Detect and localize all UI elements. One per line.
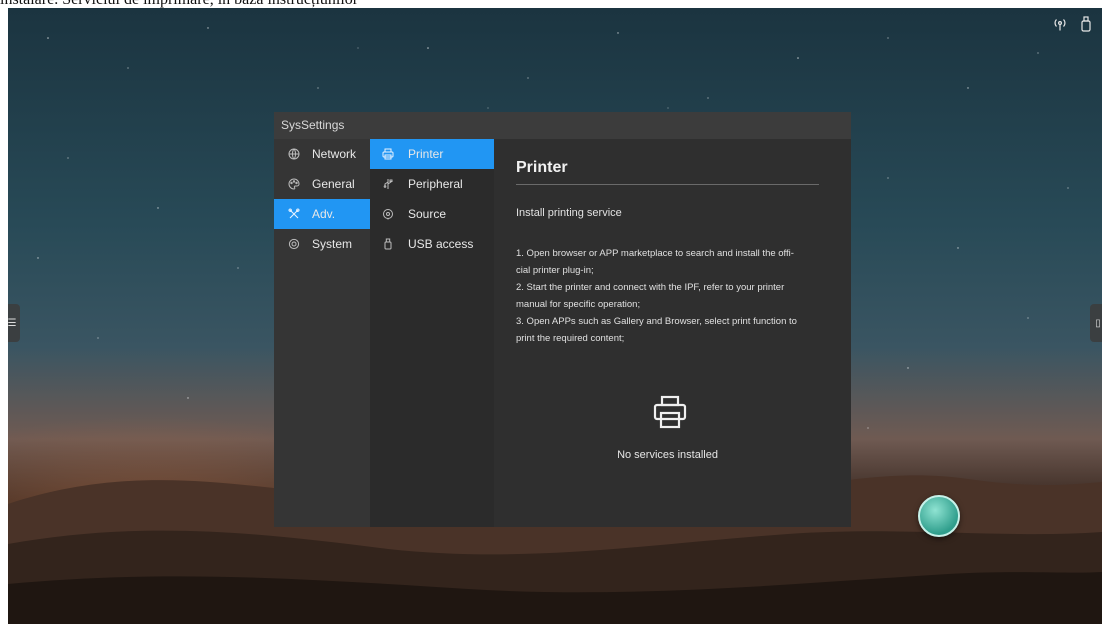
instruction-step: 3. Open APPs such as Gallery and Browser… (516, 316, 797, 344)
nav-item-system[interactable]: System (274, 229, 370, 259)
gear-icon (286, 236, 302, 252)
instruction-step: 1. Open browser or APP marketplace to se… (516, 248, 794, 276)
drawer-icon: ▯ (1095, 317, 1101, 329)
subnav-label: Source (408, 207, 447, 221)
nav-label: Adv. (312, 207, 336, 221)
nav-item-network[interactable]: Network (274, 139, 370, 169)
page-title: Printer (516, 159, 568, 176)
source-icon (380, 206, 396, 222)
tools-icon (286, 206, 302, 222)
subnav-item-source[interactable]: Source (370, 199, 494, 229)
syssettings-window: SysSettings Network General Adv. System … (274, 112, 851, 527)
subnav-label: Peripheral (408, 177, 463, 191)
nav-label: Network (312, 147, 357, 161)
window-title: SysSettings (274, 112, 851, 139)
left-drawer-handle[interactable]: ☰ (8, 304, 20, 342)
nav-label: System (312, 237, 353, 251)
printer-panel: Printer Install printing service 1. Open… (494, 139, 851, 527)
status-bar (1052, 16, 1092, 35)
primary-nav: Network General Adv. System (274, 139, 370, 527)
empty-state-text: No services installed (617, 449, 718, 461)
desktop-screen: ☰ ▯ SysSettings Network General Adv. Sys… (8, 8, 1102, 624)
title-divider (516, 184, 819, 185)
subnav-label: Printer (408, 147, 444, 161)
subnav-item-usb-access[interactable]: USB access (370, 229, 494, 259)
drawer-icon: ☰ (8, 317, 17, 329)
nav-item-adv[interactable]: Adv. (274, 199, 370, 229)
printer-icon (380, 146, 396, 162)
section-label: Install printing service (516, 207, 622, 219)
subnav-label: USB access (408, 237, 474, 251)
usb-icon (380, 176, 396, 192)
usb-drive-icon (380, 236, 396, 252)
right-drawer-handle[interactable]: ▯ (1090, 304, 1102, 342)
nav-item-general[interactable]: General (274, 169, 370, 199)
subnav-item-peripheral[interactable]: Peripheral (370, 169, 494, 199)
subnav-item-printer[interactable]: Printer (370, 139, 494, 169)
palette-icon (286, 176, 302, 192)
globe-icon (286, 146, 302, 162)
secondary-nav: Printer Peripheral Source USB access (370, 139, 494, 527)
usb-icon[interactable] (1080, 16, 1092, 35)
wireless-icon[interactable] (1052, 16, 1068, 35)
instructions-list: 1. Open browser or APP marketplace to se… (516, 245, 826, 347)
printer-icon (653, 395, 687, 429)
nav-label: General (312, 177, 355, 191)
instruction-step: 2. Start the printer and connect with th… (516, 282, 785, 310)
floating-assistant-button[interactable] (918, 495, 960, 537)
